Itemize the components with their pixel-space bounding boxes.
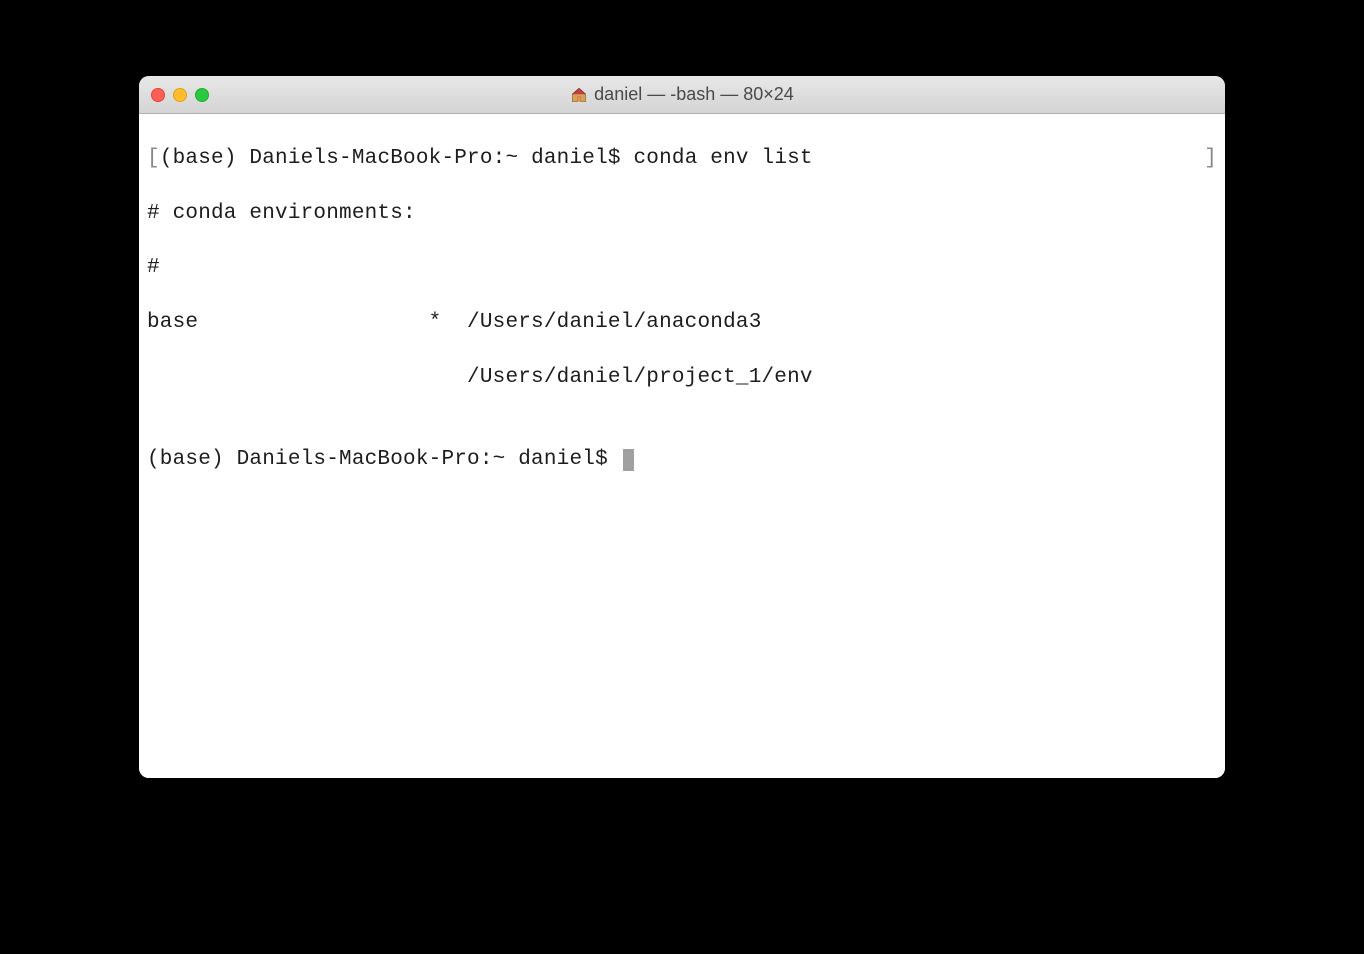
command-text: conda env list <box>634 147 813 170</box>
terminal-body[interactable]: [(base) Daniels-MacBook-Pro:~ daniel$ co… <box>139 114 1225 778</box>
terminal-line: base * /Users/daniel/anaconda3 <box>147 309 1217 336</box>
shell-prompt: (base) Daniels-MacBook-Pro:~ daniel$ <box>147 448 621 471</box>
prompt-bracket-open: [ <box>147 147 160 170</box>
terminal-line: # conda environments: <box>147 200 1217 227</box>
window-title: daniel — -bash — 80×24 <box>139 84 1225 105</box>
terminal-line: # <box>147 254 1217 281</box>
prompt-bracket-close: ] <box>1204 145 1217 172</box>
traffic-lights <box>151 88 209 102</box>
terminal-line: (base) Daniels-MacBook-Pro:~ daniel$ <box>147 446 1217 473</box>
cursor <box>623 449 634 471</box>
window-title-text: daniel — -bash — 80×24 <box>594 84 794 105</box>
terminal-line: /Users/daniel/project_1/env <box>147 364 1217 391</box>
terminal-window: daniel — -bash — 80×24 [(base) Daniels-M… <box>139 76 1225 778</box>
close-button[interactable] <box>151 88 165 102</box>
home-icon <box>570 86 588 104</box>
minimize-button[interactable] <box>173 88 187 102</box>
terminal-line: [(base) Daniels-MacBook-Pro:~ daniel$ co… <box>147 145 1217 172</box>
titlebar[interactable]: daniel — -bash — 80×24 <box>139 76 1225 114</box>
maximize-button[interactable] <box>195 88 209 102</box>
shell-prompt: (base) Daniels-MacBook-Pro:~ daniel$ <box>160 147 634 170</box>
